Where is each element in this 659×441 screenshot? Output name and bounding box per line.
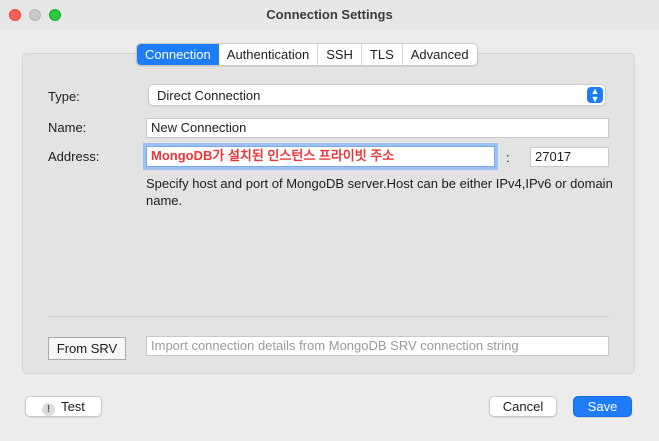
window-title: Connection Settings [266,7,393,22]
connection-type-select[interactable]: Direct Connection ▲ ▼ [148,84,606,106]
connection-settings-window: Connection Settings Connection Authentic… [0,0,659,441]
section-divider [48,316,609,317]
name-label: Name: [48,120,87,135]
save-button[interactable]: Save [573,396,632,417]
title-bar: Connection Settings [0,0,659,30]
tab-ssh[interactable]: SSH [318,44,362,65]
address-host-input[interactable]: MongoDB가 설치된 인스턴스 프라이빗 주소 [146,146,495,167]
tab-tls[interactable]: TLS [362,44,403,65]
select-arrows-icon: ▲ ▼ [587,87,603,104]
address-help-text: Specify host and port of MongoDB server.… [146,176,613,208]
from-srv-button[interactable]: From SRV [48,337,126,360]
address-label: Address: [48,149,100,164]
settings-tab-bar: Connection Authentication SSH TLS Advanc… [136,43,478,66]
port-separator: : [506,150,510,165]
port-input[interactable]: 27017 [530,147,609,167]
connection-type-value: Direct Connection [157,88,261,103]
test-button-label: Test [61,399,85,414]
srv-connection-string-input[interactable]: Import connection details from MongoDB S… [146,336,609,356]
cancel-button[interactable]: Cancel [489,396,557,417]
warning-icon: ! [42,403,56,416]
connection-name-input[interactable]: New Connection [146,118,609,138]
test-button[interactable]: ! Test [25,396,102,417]
tab-authentication[interactable]: Authentication [219,44,319,65]
tab-connection[interactable]: Connection [137,44,219,65]
tab-advanced[interactable]: Advanced [403,44,477,65]
type-label: Type: [48,89,80,104]
